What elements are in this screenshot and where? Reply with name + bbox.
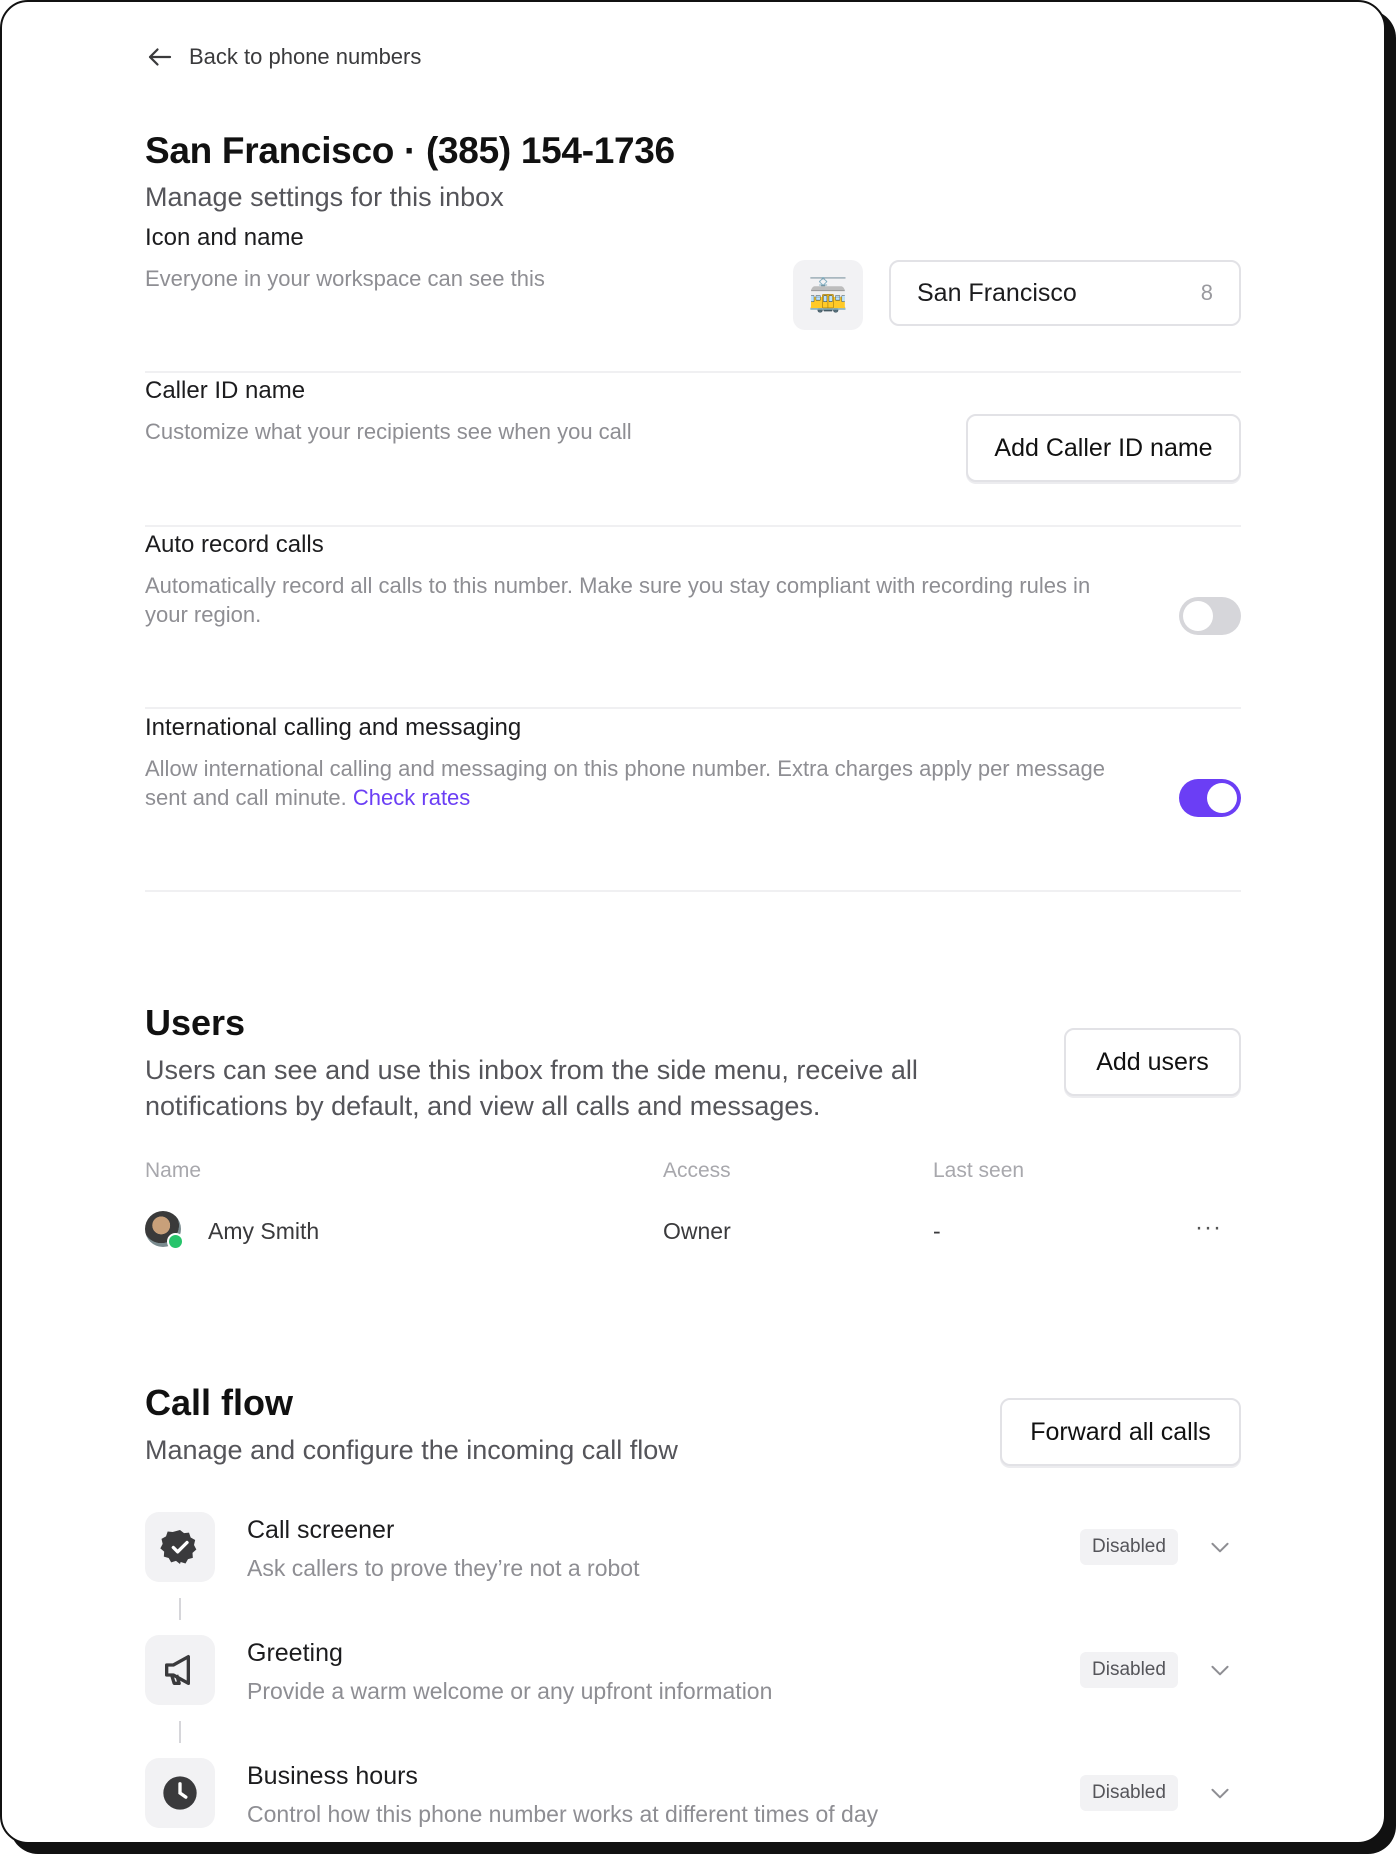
toggle-knob [1207, 783, 1237, 813]
settings-window: Back to phone numbers San Francisco · (3… [0, 0, 1386, 1844]
status-badge: Disabled [1080, 1775, 1178, 1811]
flow-step-title: Greeting [247, 1639, 343, 1667]
avatar [145, 1211, 184, 1250]
flow-icon-box [145, 1758, 215, 1828]
column-header-name: Name [145, 1159, 202, 1182]
column-header-last-seen: Last seen [933, 1159, 1025, 1182]
divider [145, 371, 1241, 373]
add-users-button[interactable]: Add users [1064, 1028, 1241, 1096]
flow-step-desc: Ask callers to prove they’re not a robot [247, 1555, 640, 1581]
users-section-desc: Users can see and use this inbox from th… [145, 1055, 918, 1121]
flow-connector [179, 1721, 181, 1743]
more-options-button[interactable]: ··· [1195, 1214, 1222, 1242]
check-rates-link[interactable]: Check rates [353, 785, 470, 810]
back-link[interactable]: Back to phone numbers [145, 42, 421, 72]
back-link-label: Back to phone numbers [189, 44, 422, 69]
chevron-down-icon[interactable] [1207, 1657, 1233, 1683]
chevron-down-icon[interactable] [1207, 1534, 1233, 1560]
flow-icon-box [145, 1512, 215, 1582]
international-desc: Allow international calling and messagin… [145, 754, 1135, 812]
inbox-emoji-picker[interactable]: 🚋 [793, 260, 863, 330]
users-section-title: Users [145, 1002, 246, 1043]
call-flow-section-title: Call flow [145, 1382, 294, 1423]
page-subtitle: Manage settings for this inbox [145, 182, 504, 212]
icon-name-title: Icon and name [145, 224, 304, 251]
clock-icon [163, 1776, 197, 1810]
user-name: Amy Smith [208, 1218, 320, 1244]
status-badge: Disabled [1080, 1652, 1178, 1688]
flow-step-title: Business hours [247, 1762, 418, 1790]
auto-record-row: Auto record calls Automatically record a… [145, 531, 1241, 629]
arrow-left-icon [148, 48, 172, 66]
flow-step-desc: Provide a warm welcome or any upfront in… [247, 1678, 773, 1704]
toggle-knob [1183, 601, 1213, 631]
international-desc-text: Allow international calling and messagin… [145, 756, 1106, 810]
divider [145, 890, 1241, 892]
international-toggle[interactable] [1179, 779, 1241, 817]
inbox-name-field[interactable]: San Francisco 8 [889, 260, 1241, 326]
flow-step-desc: Control how this phone number works at d… [247, 1801, 879, 1827]
flow-step-title: Call screener [247, 1516, 395, 1544]
international-row: International calling and messaging Allo… [145, 714, 1241, 812]
user-last-seen: - [933, 1218, 941, 1244]
caller-id-title: Caller ID name [145, 377, 306, 404]
user-access: Owner [663, 1218, 731, 1244]
flow-connector [179, 1598, 181, 1620]
tram-icon: 🚋 [808, 277, 848, 313]
verified-badge-icon [160, 1530, 197, 1564]
auto-record-desc: Automatically record all calls to this n… [145, 573, 1091, 627]
divider [145, 707, 1241, 709]
divider [145, 525, 1241, 527]
megaphone-icon [165, 1655, 190, 1685]
online-status-dot [167, 1233, 184, 1250]
auto-record-title: Auto record calls [145, 531, 324, 558]
flow-icon-box [145, 1635, 215, 1705]
add-caller-id-button[interactable]: Add Caller ID name [966, 414, 1241, 482]
char-count: 8 [1200, 280, 1213, 305]
international-title: International calling and messaging [145, 714, 522, 741]
status-badge: Disabled [1080, 1529, 1178, 1565]
chevron-down-icon[interactable] [1207, 1780, 1233, 1806]
page-title: San Francisco · (385) 154-1736 [145, 130, 675, 171]
forward-all-calls-button[interactable]: Forward all calls [1000, 1398, 1241, 1466]
auto-record-toggle[interactable] [1179, 597, 1241, 635]
column-header-access: Access [663, 1159, 731, 1182]
inbox-name-value: San Francisco [917, 278, 1077, 307]
call-flow-section-desc: Manage and configure the incoming call f… [145, 1435, 678, 1465]
